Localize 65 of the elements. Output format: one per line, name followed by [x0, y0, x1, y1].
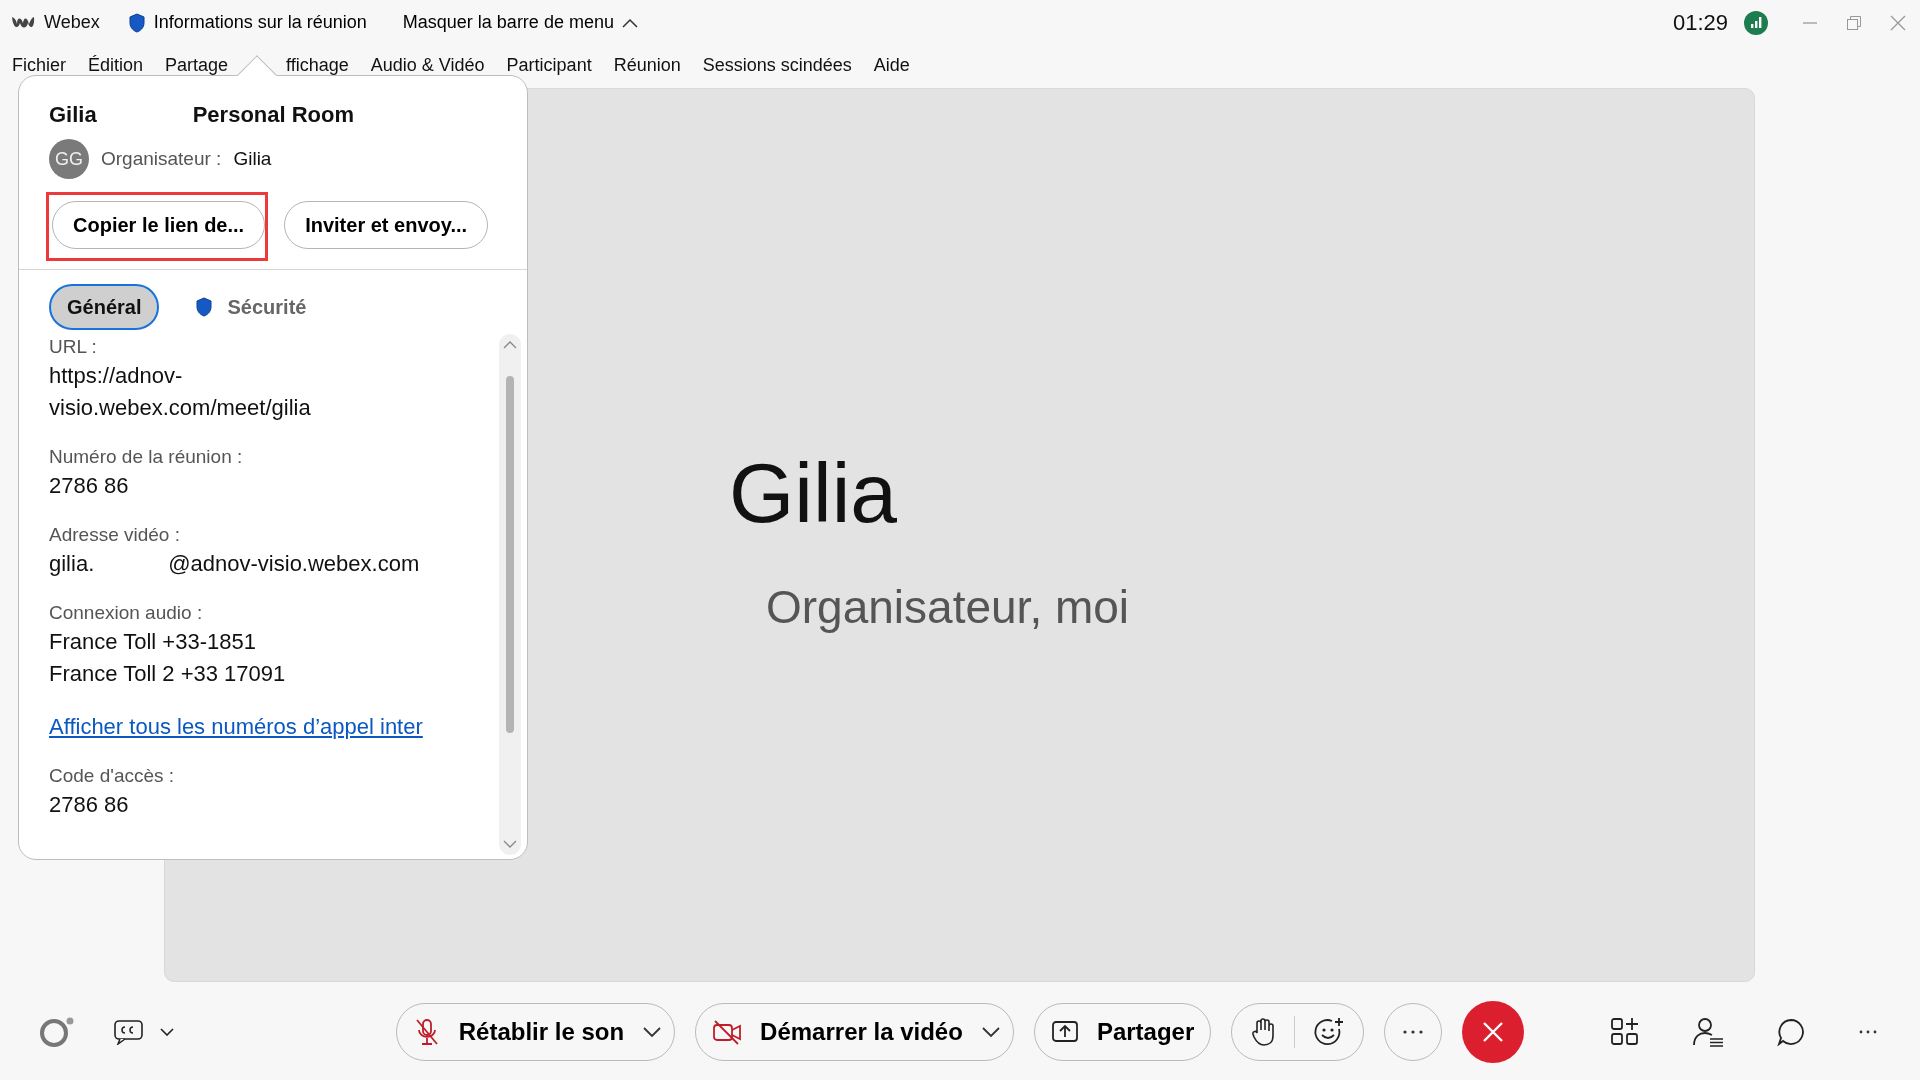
invite-button[interactable]: Inviter et envoy...	[284, 201, 489, 249]
host-label: Organisateur :	[101, 146, 222, 171]
copy-link-button[interactable]: Copier le lien de...	[52, 201, 266, 249]
menu-item[interactable]: Réunion	[613, 51, 681, 79]
meeting-info-button[interactable]: Informations sur la réunion	[123, 5, 371, 40]
share-screen-icon	[1050, 1020, 1079, 1044]
room-type: Personal Room	[192, 101, 355, 129]
caret-icon	[621, 17, 638, 28]
tab[interactable]: Sécurité	[177, 284, 325, 330]
person-list-icon	[1692, 1017, 1724, 1047]
field-value: France Toll 2 +33 17091	[49, 660, 286, 688]
field-label: URL :	[49, 335, 97, 359]
field-value: 2786 86	[49, 791, 129, 819]
field-label: Code d'accès :	[49, 764, 175, 788]
dial-in-link[interactable]: Afficher tous les numéros d’appel inter	[49, 714, 423, 739]
field-value: https://adnov-	[49, 362, 183, 390]
smiley-icon	[1313, 1016, 1346, 1048]
menu-item[interactable]: Sessions scindées	[702, 51, 852, 79]
field-value: @adnov-visio.webex.com	[168, 550, 420, 578]
shield-icon	[127, 12, 146, 33]
menu-item[interactable]: ffichage	[286, 51, 349, 79]
restore-icon	[1846, 14, 1862, 31]
caret-icon	[160, 1028, 174, 1036]
hand-icon	[1250, 1017, 1277, 1047]
field-label: Adresse vidéo :	[49, 523, 180, 547]
scroll-up-icon	[503, 340, 517, 350]
field-value: gilia.	[49, 550, 95, 578]
shield-icon	[195, 297, 214, 317]
scroll-down-icon	[503, 839, 517, 849]
captions-icon	[114, 1019, 144, 1045]
meeting-title: Gilia	[49, 101, 97, 129]
menu-item[interactable]: Édition	[88, 51, 144, 79]
unmute-button[interactable]: Rétablir le son	[395, 1003, 676, 1061]
meeting-timer: 01:29	[1672, 9, 1728, 37]
field-value: visio.webex.com/meet/gilia	[49, 394, 311, 422]
tab[interactable]: Général	[49, 284, 160, 330]
app-name: Webex	[44, 11, 100, 34]
start-video-button[interactable]: Démarrer la vidéo	[695, 1003, 1014, 1061]
scrollbar[interactable]	[499, 334, 521, 855]
field-value: France Toll +33-1851	[49, 628, 256, 656]
host-name: Gilia	[233, 146, 272, 171]
more-icon	[1402, 1029, 1425, 1035]
field-value: 2786 86	[49, 472, 129, 500]
menu-item[interactable]: Audio & Vidéo	[370, 51, 485, 79]
close-icon	[1890, 14, 1906, 31]
participant-name: Gilia	[729, 451, 899, 535]
host-avatar: GG	[49, 139, 89, 179]
hide-menu-button[interactable]: Masquer la barre de menu	[398, 5, 642, 40]
ring-icon	[38, 1015, 76, 1049]
network-signal-icon	[1744, 10, 1768, 35]
menu-item[interactable]: Partage	[165, 51, 229, 79]
caret-icon	[980, 1026, 1001, 1038]
menu-item[interactable]: Participant	[506, 51, 592, 79]
close-icon	[1481, 1020, 1506, 1044]
menu-item[interactable]: Aide	[873, 51, 910, 79]
menu-item[interactable]: Fichier	[12, 51, 66, 79]
field-label: Numéro de la réunion :	[49, 445, 243, 469]
apps-icon	[1610, 1017, 1640, 1047]
participant-role: Organisateur, moi	[766, 580, 1131, 635]
share-button[interactable]: Partager	[1033, 1003, 1212, 1061]
more-icon	[1858, 1029, 1878, 1035]
field-label: Connexion audio :	[49, 601, 203, 625]
chat-bubble-icon	[1776, 1017, 1806, 1047]
caret-icon	[642, 1026, 663, 1038]
minimize-icon	[1802, 21, 1818, 24]
